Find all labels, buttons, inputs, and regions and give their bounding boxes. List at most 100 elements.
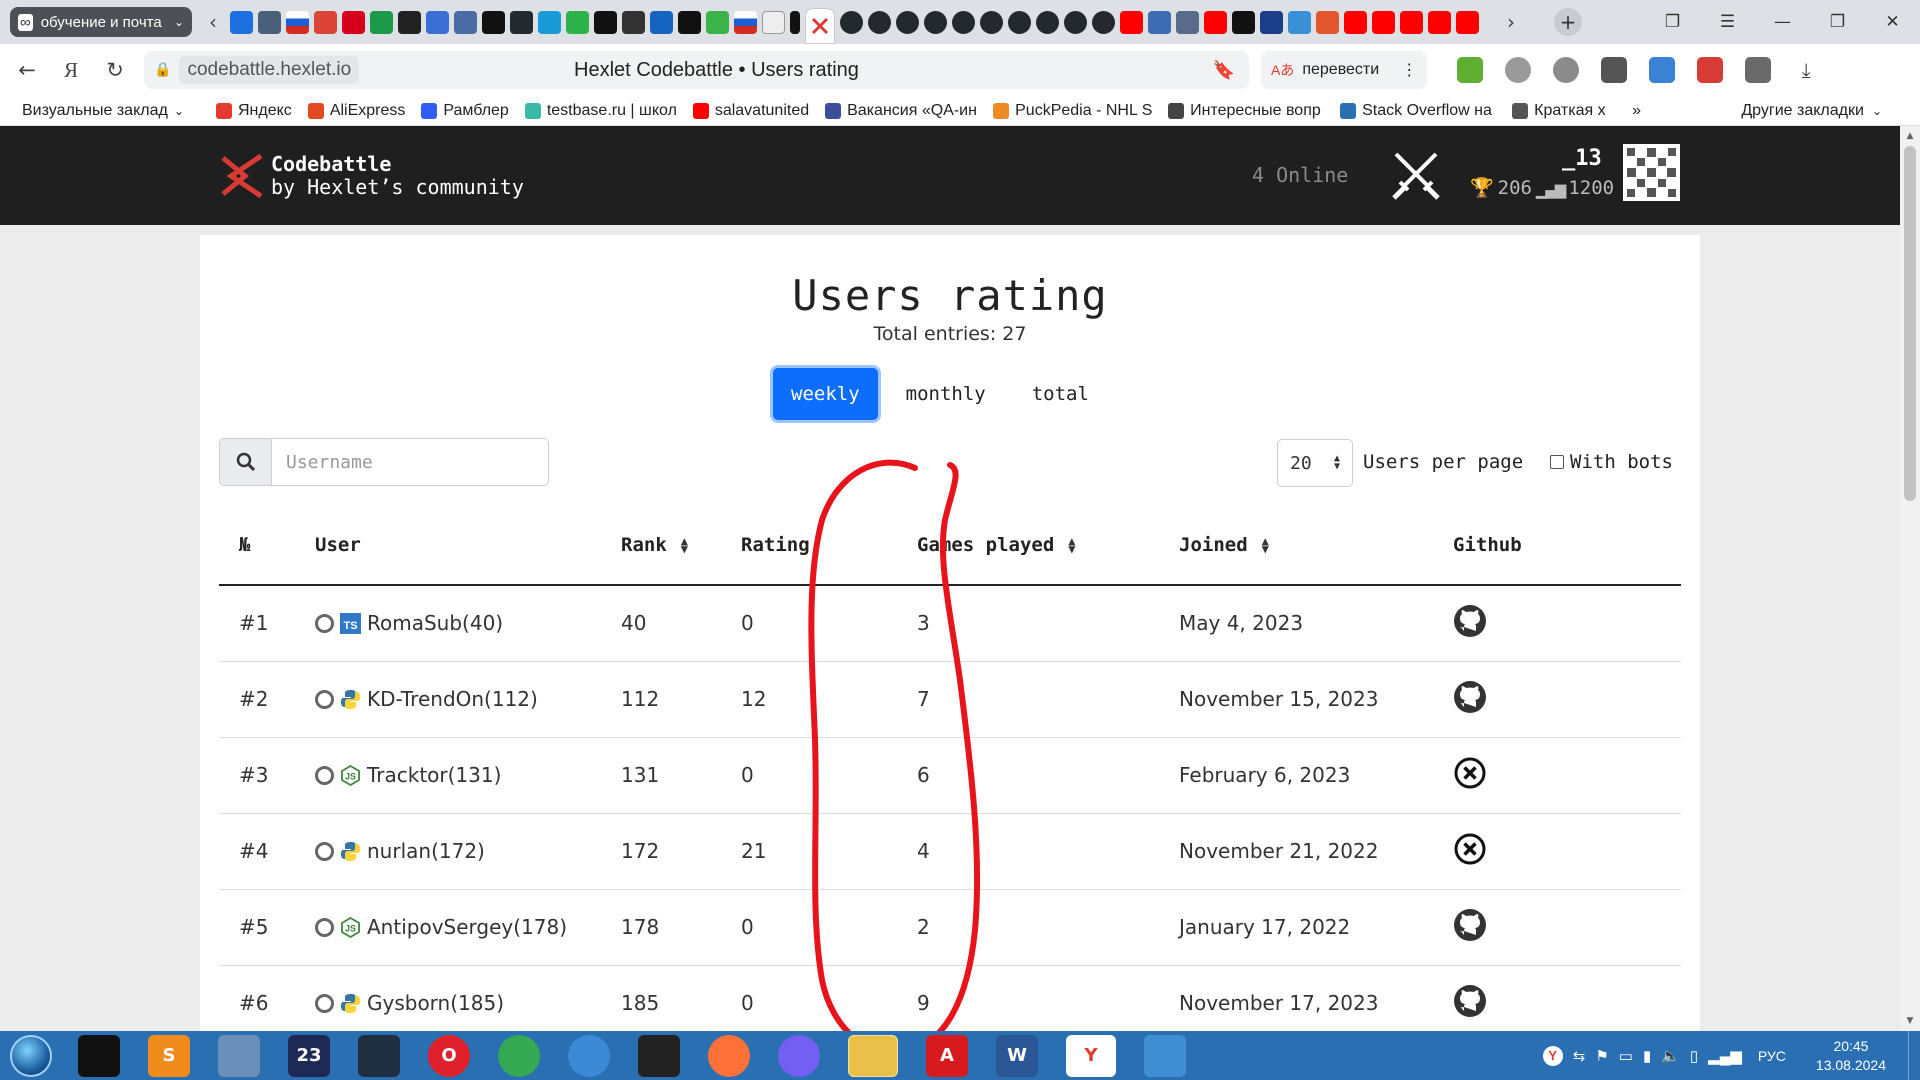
bookmark-item[interactable]: PuckPedia - NHL S [985,102,1160,120]
tab-weekly[interactable]: weekly [773,368,878,420]
github-icon[interactable] [980,10,1003,34]
translate-button[interactable]: Aあ перевести ⋮ [1261,51,1428,89]
tab-favicon[interactable] [1288,10,1311,34]
tab-favicon[interactable] [706,10,729,34]
github-icon[interactable] [1453,908,1487,947]
flag-tray-icon[interactable]: ⚑ [1595,1047,1608,1065]
github-icon[interactable] [1008,10,1031,34]
network-tray-icon[interactable]: ⇆ [1573,1047,1586,1065]
photos-icon[interactable] [1144,1034,1186,1077]
sort-icon[interactable]: ▲ ▼ [1262,535,1269,555]
active-tab-codebattle[interactable] [805,8,835,44]
viber-icon[interactable] [778,1034,820,1077]
user-link[interactable]: RomaSub(40) [367,611,503,635]
avatar[interactable] [1623,144,1680,201]
acrobat-icon[interactable]: A [926,1034,968,1077]
opera-icon[interactable]: O [428,1034,470,1077]
search-input[interactable] [272,439,548,485]
github-cell[interactable] [1433,661,1681,738]
github-icon[interactable] [1036,10,1059,34]
sort-icon[interactable]: ▲ ▼ [1068,535,1075,555]
close-window-button[interactable]: ✕ [1865,0,1920,44]
github-icon[interactable] [1092,10,1115,34]
vpn-extension-icon[interactable] [1553,57,1580,83]
tab-favicon[interactable] [1316,10,1339,34]
yandex-home-button[interactable]: Я [54,53,88,87]
app-23-icon[interactable]: 23 [288,1034,330,1077]
minimize-button[interactable]: — [1755,0,1810,44]
col-joined[interactable]: Joined ▲ ▼ [1159,505,1433,586]
bookmark-item[interactable]: Визуальные заклад ⌄ [0,102,208,120]
tab-favicon[interactable] [426,10,449,34]
youtube-icon[interactable] [1428,10,1451,34]
chrome-icon[interactable] [498,1034,540,1077]
tab-favicon[interactable] [734,10,757,34]
tab-total[interactable]: total [1014,368,1107,420]
clock[interactable]: 20:45 13.08.2024 [1816,1037,1886,1075]
user-link[interactable]: Gysborn(185) [367,991,504,1015]
back-button[interactable]: ← [10,53,44,87]
tab-favicon[interactable] [678,10,701,34]
tab-monthly[interactable]: monthly [888,368,1004,420]
youtube-icon[interactable] [1204,10,1227,34]
tabs-scroll-right-button[interactable]: › [1498,9,1524,35]
tab-favicon[interactable] [230,10,253,34]
display-tray-icon[interactable]: ▭ [1619,1047,1633,1065]
sublime-text-icon[interactable]: S [148,1034,190,1077]
user-link[interactable]: Tracktor(131) [367,763,501,787]
tab-favicon[interactable] [1260,10,1283,34]
bookmark-item[interactable]: Рамблер [413,102,516,120]
bookmark-item[interactable]: testbase.ru | школ [517,102,685,120]
tab-favicon[interactable] [566,10,589,34]
more-bookmarks-button[interactable]: » [1632,102,1641,120]
col-games-played[interactable]: Games played ▲ ▼ [897,505,1159,586]
github-icon[interactable] [840,10,863,34]
battery-tray-icon[interactable]: ▮ [1643,1047,1651,1065]
github-icon[interactable] [868,10,891,34]
tab-favicon[interactable] [622,10,645,34]
github-cell[interactable] [1433,965,1681,1031]
tab-favicon[interactable] [1176,10,1199,34]
tab-favicon[interactable] [594,10,617,34]
new-tab-button[interactable]: + [1554,8,1582,36]
github-icon[interactable] [1453,604,1487,643]
tab-group[interactable]: ∞ обучение и почта ⌄ [10,7,192,37]
power-icon[interactable]: ▯ [1690,1047,1698,1065]
tab-favicon[interactable] [482,10,505,34]
safari-icon[interactable] [568,1034,610,1077]
tab-favicon[interactable] [1232,10,1255,34]
tab-favicon[interactable] [286,10,309,34]
scissors-extension-icon[interactable] [1505,57,1532,83]
youtube-icon[interactable] [1400,10,1423,34]
bookmark-item[interactable]: salavatunited [685,102,817,120]
download-extension-icon[interactable] [1457,57,1484,83]
url-field[interactable]: 🔒 codebattle.hexlet.io Hexlet Codebattle… [144,51,1249,89]
tab-favicon[interactable] [650,10,673,34]
user-link[interactable]: nurlan(172) [367,839,485,863]
file-manager-icon[interactable] [218,1034,260,1077]
star-extension-icon[interactable] [1697,57,1724,83]
word-icon[interactable]: W [996,1034,1038,1077]
per-page-select[interactable]: 20 ▲ ▼ [1277,439,1353,487]
github-icon[interactable] [1064,10,1087,34]
scrollbar-thumb[interactable] [1904,146,1916,501]
crossed-swords-icon[interactable] [1388,148,1444,204]
codebattle-logo[interactable]: Codebattle by Hexlet’s community [217,150,524,202]
bookmark-item[interactable]: Вакансия «QA-ин [817,102,985,120]
mysql-icon[interactable] [358,1034,400,1077]
reader-extension-icon[interactable] [1745,57,1772,83]
tab-favicon[interactable] [1148,10,1171,34]
yandex-tray-icon[interactable]: Y [1542,1045,1563,1066]
tabs-overview-icon[interactable]: ❐ [1645,0,1700,44]
tab-favicon[interactable] [454,10,477,34]
reload-button[interactable]: ↻ [98,53,132,87]
explorer-icon[interactable] [848,1034,898,1077]
youtube-icon[interactable] [1344,10,1367,34]
with-bots-toggle[interactable]: With bots [1550,451,1673,473]
scroll-down-arrow[interactable]: ▼ [1900,1013,1920,1029]
tab-favicon[interactable] [342,10,365,34]
page-scrollbar[interactable]: ▲ ▼ [1900,126,1920,1031]
other-bookmarks-button[interactable]: Другие закладки ⌄ [1741,102,1882,120]
volume-icon[interactable]: 🔈 [1661,1047,1680,1065]
terminal-icon[interactable] [78,1034,120,1077]
